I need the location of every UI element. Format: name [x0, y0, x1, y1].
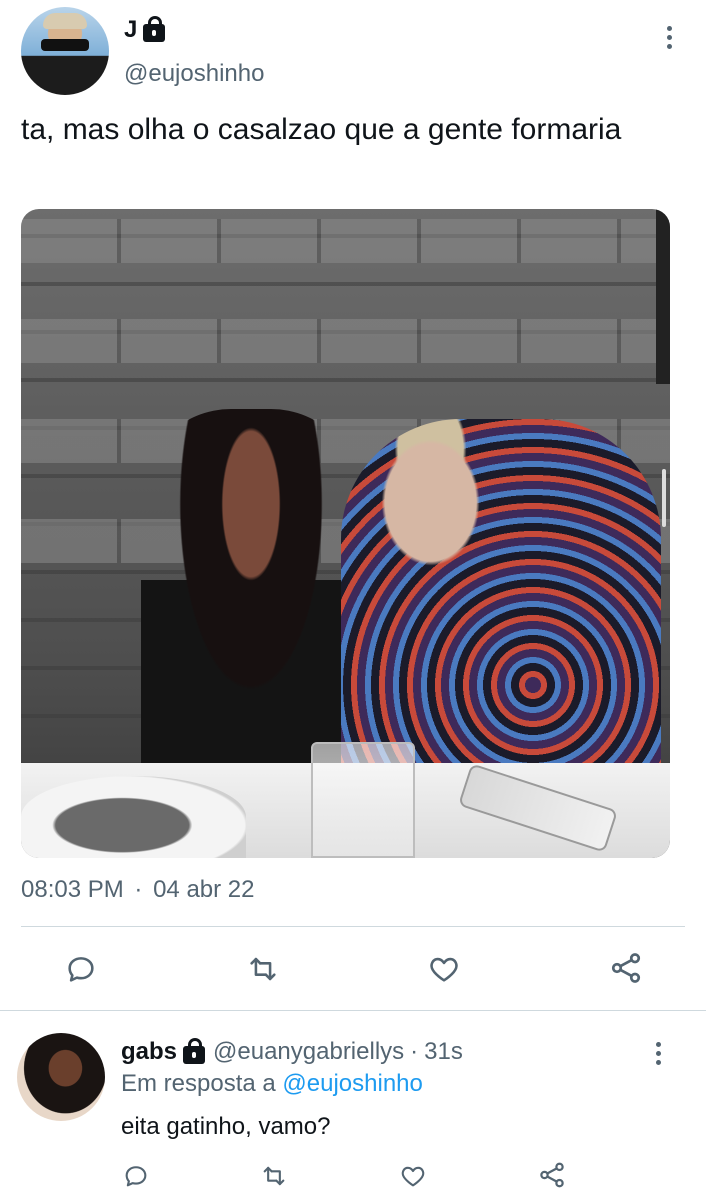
reply-share-icon[interactable]: [537, 1160, 567, 1190]
reply-author-handle[interactable]: @euanygabriellys: [213, 1038, 404, 1066]
tweet-date: 04 abr 22: [153, 876, 255, 903]
share-icon[interactable]: [608, 950, 644, 986]
tweet-photo[interactable]: [21, 209, 670, 858]
reply-more-options-icon[interactable]: [656, 1042, 664, 1069]
author-name-row[interactable]: J: [124, 16, 166, 44]
wall-bricks: [21, 219, 670, 263]
more-options-icon[interactable]: [667, 26, 675, 53]
author-avatar[interactable]: [21, 7, 109, 95]
avatar-glasses: [41, 39, 89, 51]
reply-context: Em resposta a @eujoshinho: [121, 1070, 423, 1098]
avatar-hair: [43, 13, 87, 29]
reply-reply-icon[interactable]: [122, 1162, 150, 1190]
like-icon[interactable]: [426, 952, 462, 986]
lock-icon: [183, 1038, 206, 1064]
tweet-timestamp[interactable]: 08:03 PM · 04 abr 22: [21, 876, 255, 904]
separator-dot: ·: [134, 876, 143, 903]
reply-text: eita gatinho, vamo?: [121, 1113, 331, 1140]
author-name[interactable]: J: [124, 16, 137, 44]
wall-bricks: [21, 319, 670, 363]
reply-author-name[interactable]: gabs: [121, 1038, 177, 1066]
reply-icon[interactable]: [64, 952, 98, 986]
tweet-time: 08:03 PM: [21, 876, 124, 903]
plate: [21, 776, 246, 858]
lock-icon: [143, 16, 166, 42]
in-reply-prefix: Em resposta a: [121, 1070, 276, 1097]
separator-dot: ·: [410, 1038, 419, 1065]
reply-time-ago[interactable]: 31s: [424, 1038, 463, 1066]
water-glass: [311, 742, 415, 858]
divider: [21, 926, 685, 927]
tweet-text: ta, mas olha o casalzao que a gente form…: [21, 113, 622, 146]
picture-frame: [656, 209, 670, 384]
in-reply-handle-link[interactable]: @eujoshinho: [282, 1070, 422, 1097]
person-left: [141, 409, 361, 789]
scroll-indicator: [662, 469, 666, 527]
divider: [0, 1010, 706, 1011]
reply-author-avatar[interactable]: [17, 1033, 105, 1121]
reply-header: gabs @euanygabriellys · 31s: [121, 1038, 463, 1066]
reply-retweet-icon[interactable]: [259, 1162, 289, 1190]
author-handle[interactable]: @eujoshinho: [124, 60, 264, 88]
reply-like-icon[interactable]: [398, 1162, 428, 1190]
retweet-icon[interactable]: [245, 952, 281, 986]
